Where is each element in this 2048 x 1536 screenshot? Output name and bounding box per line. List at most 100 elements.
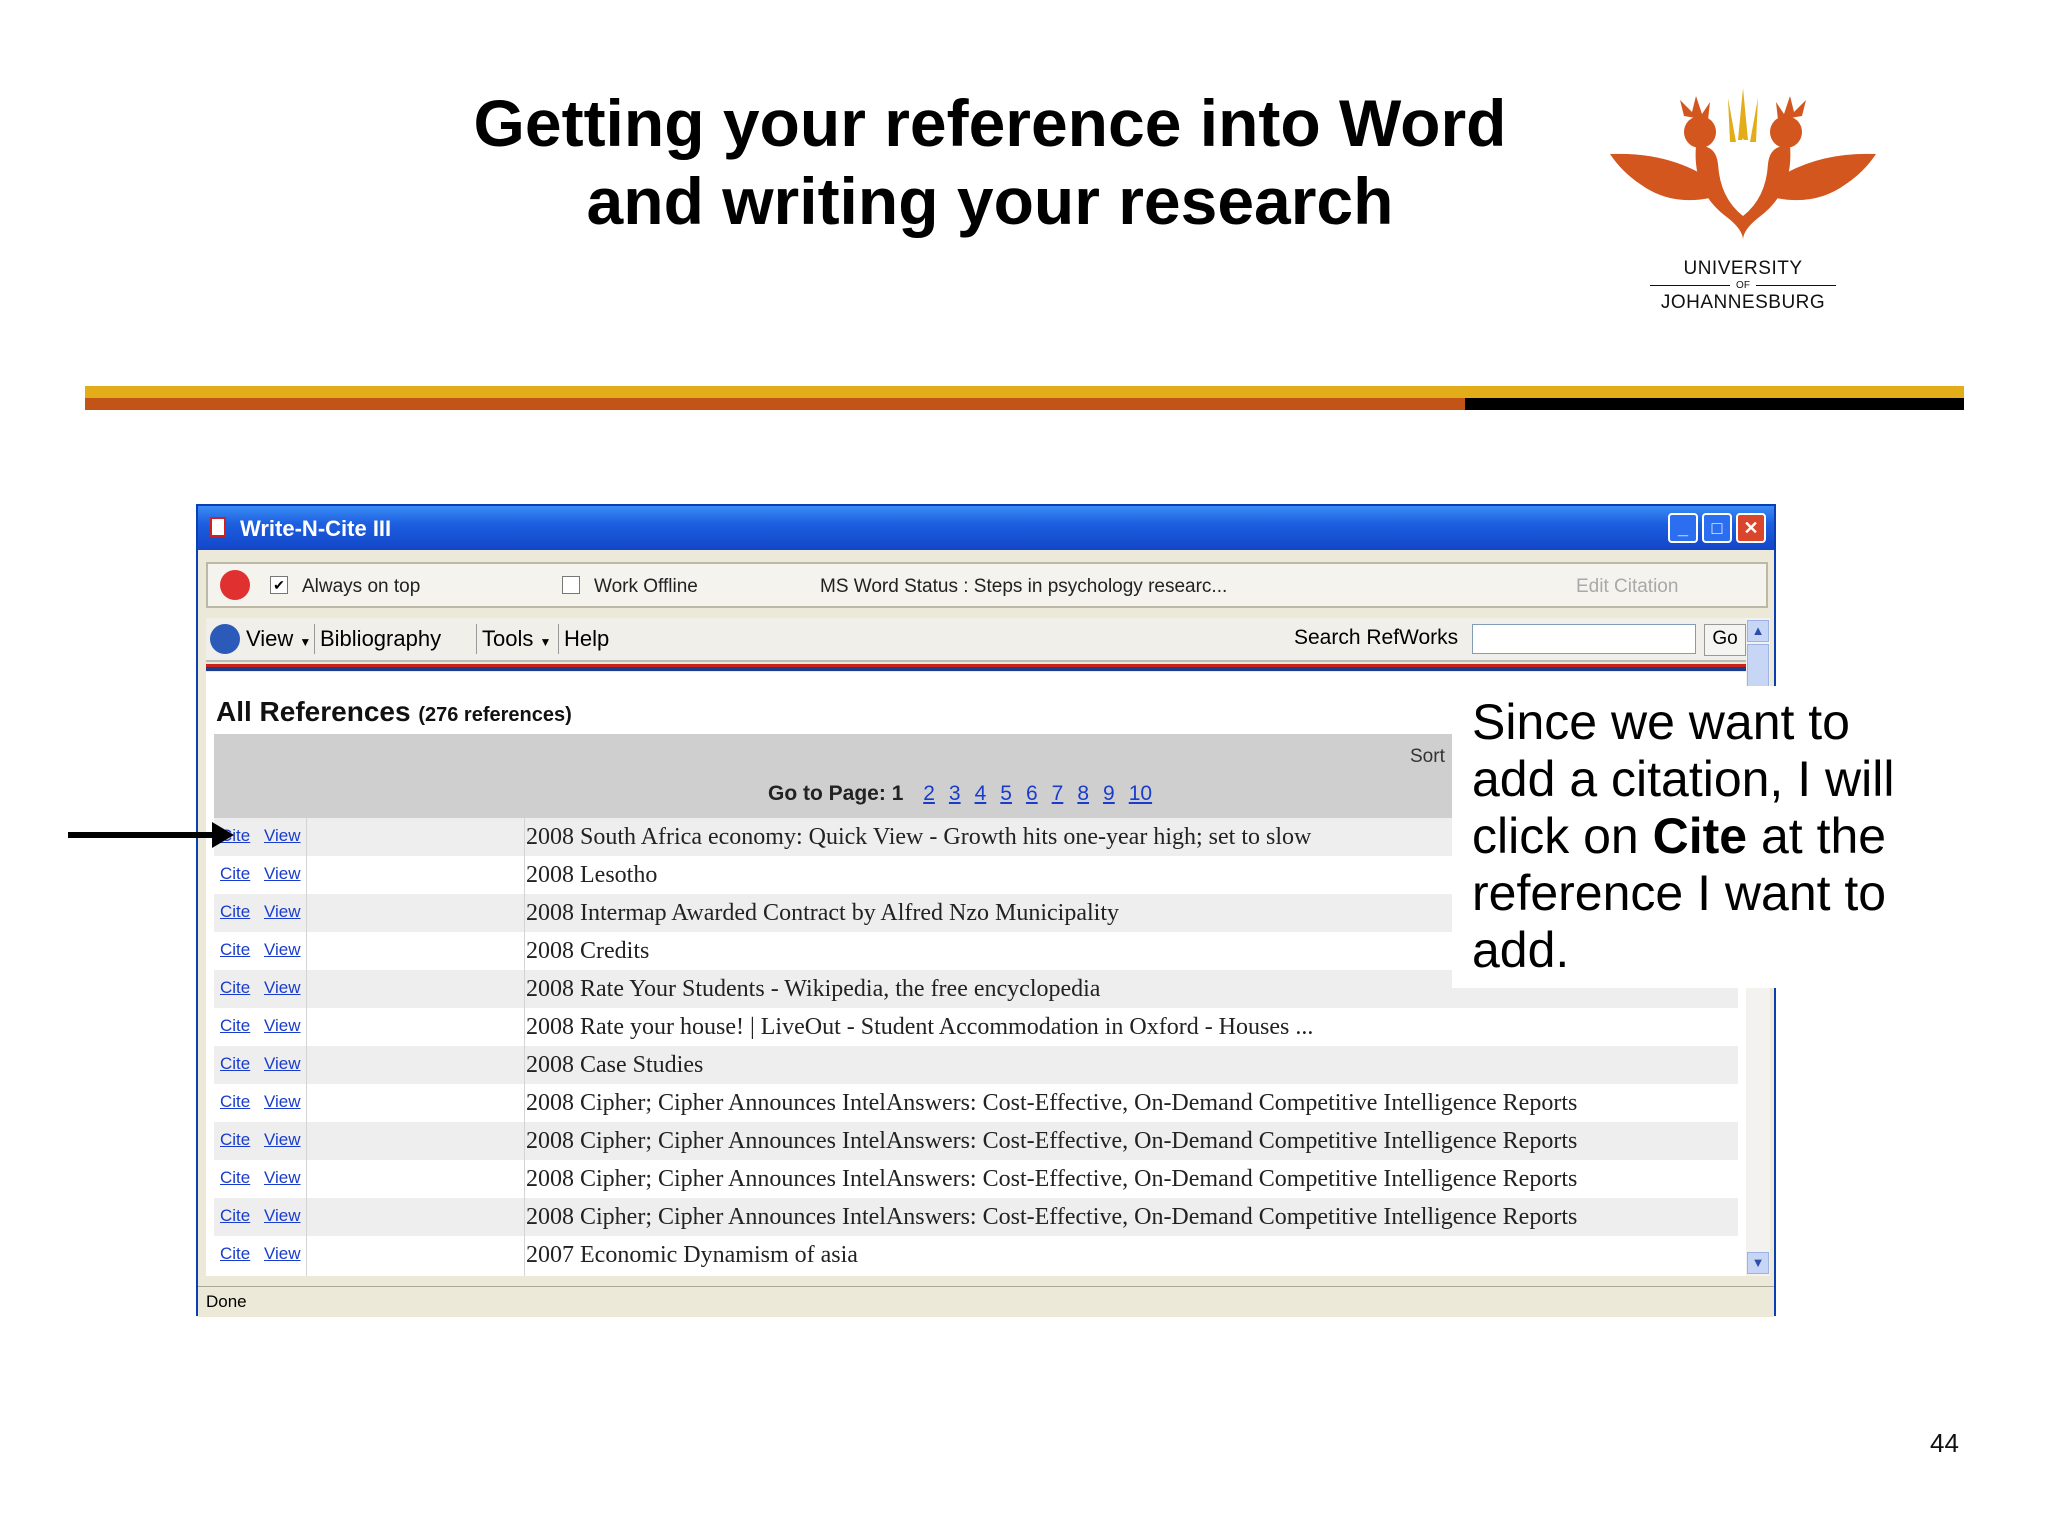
- scroll-thumb[interactable]: [1747, 644, 1769, 690]
- view-link[interactable]: View: [264, 1016, 301, 1036]
- stripe-black: [1465, 398, 1964, 410]
- divider-blue: [206, 667, 1746, 671]
- cite-link[interactable]: Cite: [220, 978, 250, 998]
- cite-link[interactable]: Cite: [220, 1206, 250, 1226]
- page-link[interactable]: 2: [923, 782, 935, 805]
- view-link[interactable]: View: [264, 940, 301, 960]
- university-logo: UNIVERSITY OF JOHANNESBURG: [1600, 80, 1886, 320]
- view-link[interactable]: View: [264, 1244, 301, 1264]
- globe-icon: [210, 624, 240, 654]
- view-link[interactable]: View: [264, 1054, 301, 1074]
- page-number: 44: [1930, 1428, 1959, 1458]
- reference-count: (276 references): [418, 704, 572, 726]
- search-input[interactable]: [1472, 624, 1696, 654]
- view-link[interactable]: View: [264, 1130, 301, 1150]
- scroll-up-icon[interactable]: ▲: [1747, 620, 1769, 642]
- sort-button[interactable]: Sort: [1410, 746, 1445, 768]
- ms-word-status: MS Word Status : Steps in psychology res…: [820, 576, 1228, 597]
- reference-title: 2008 Credits: [526, 938, 650, 964]
- cite-link[interactable]: Cite: [220, 1016, 250, 1036]
- search-label: Search RefWorks: [1294, 626, 1459, 649]
- view-link[interactable]: View: [264, 978, 301, 998]
- reference-row: Cite View 2008 Cipher; Cipher Announces In…: [214, 1198, 1738, 1236]
- window-title: Write-N-Cite III: [240, 516, 392, 541]
- reference-title: 2008 Lesotho: [526, 862, 658, 888]
- menu-bibliography[interactable]: Bibliography: [320, 626, 441, 652]
- reference-title: 2008 Cipher; Cipher Announces IntelAnswe…: [526, 1090, 1578, 1116]
- view-link[interactable]: View: [264, 902, 301, 922]
- pointer-arrow-line: [68, 832, 216, 838]
- status-text: Done: [206, 1292, 247, 1311]
- page-link[interactable]: 4: [975, 782, 987, 805]
- menu-view-label: View: [246, 626, 294, 651]
- menu-tools[interactable]: Tools ▼: [482, 626, 551, 652]
- heading-label: All References: [216, 696, 411, 727]
- callout-text: Since we want to add a citation, I will …: [1472, 694, 1932, 979]
- view-link[interactable]: View: [264, 1206, 301, 1226]
- view-link[interactable]: View: [264, 1168, 301, 1188]
- page-link[interactable]: 8: [1077, 782, 1089, 805]
- goto-label: Go to Page:: [768, 782, 886, 805]
- current-page: 1: [891, 782, 904, 805]
- maximize-button[interactable]: □: [1702, 513, 1732, 543]
- reference-row: Cite View 2008 Cipher; Cipher Announces In…: [214, 1160, 1738, 1198]
- logo-johannesburg: JOHANNESBURG: [1660, 292, 1826, 313]
- menu-bar: View ▼ Bibliography Tools ▼ Help Search …: [206, 618, 1746, 662]
- view-link[interactable]: View: [264, 864, 301, 884]
- close-button[interactable]: ✕: [1736, 513, 1766, 543]
- always-on-top-label: Always on top: [302, 576, 421, 597]
- callout-cite-emphasis: Cite: [1652, 808, 1748, 864]
- stripe-orange: [85, 398, 1465, 410]
- cite-link[interactable]: Cite: [220, 940, 250, 960]
- page-link[interactable]: 5: [1000, 782, 1012, 805]
- go-button[interactable]: Go: [1704, 624, 1746, 656]
- column-divider: [306, 818, 307, 1276]
- pointer-arrow-icon: [212, 822, 234, 848]
- page-link[interactable]: 7: [1052, 782, 1064, 805]
- reference-title: 2008 Cipher; Cipher Announces IntelAnswe…: [526, 1166, 1578, 1192]
- status-bar: Done: [198, 1286, 1774, 1317]
- callout-box: Since we want to add a citation, I will …: [1452, 686, 1922, 988]
- cite-link[interactable]: Cite: [220, 1244, 250, 1264]
- stripe-gold: [85, 386, 1964, 398]
- reference-title: 2008 Case Studies: [526, 1052, 704, 1078]
- menu-separator: [558, 624, 559, 654]
- logo-university: UNIVERSITY: [1683, 258, 1803, 279]
- cite-link[interactable]: Cite: [220, 1130, 250, 1150]
- scroll-down-icon[interactable]: ▼: [1747, 1252, 1769, 1274]
- options-bar: ✔ Always on top Work Offline MS Word Sta…: [206, 562, 1768, 608]
- chevron-down-icon: ▼: [299, 635, 312, 649]
- reference-row: Cite View 2008 Case Studies: [214, 1046, 1738, 1084]
- view-link[interactable]: View: [264, 826, 301, 846]
- logo-of: OF: [1600, 280, 1886, 291]
- reference-title: 2008 Rate your house! | LiveOut - Studen…: [526, 1014, 1314, 1040]
- page-link[interactable]: 3: [949, 782, 961, 805]
- reference-row: Cite View 2008 Cipher; Cipher Announces In…: [214, 1084, 1738, 1122]
- reference-row: Cite View 2008 Cipher; Cipher Announces In…: [214, 1122, 1738, 1160]
- pagination: Go to Page: 1 2 3 4 5 6 7 8 9 10: [768, 782, 1152, 806]
- page-link[interactable]: 9: [1103, 782, 1115, 805]
- work-offline-checkbox[interactable]: [562, 576, 580, 594]
- edit-citation-button[interactable]: Edit Citation: [1576, 576, 1678, 598]
- menu-view[interactable]: View ▼: [246, 626, 311, 652]
- menu-separator: [476, 624, 477, 654]
- cite-link[interactable]: Cite: [220, 1168, 250, 1188]
- menu-help[interactable]: Help: [564, 626, 609, 652]
- cite-link[interactable]: Cite: [220, 1092, 250, 1112]
- page-link[interactable]: 6: [1026, 782, 1038, 805]
- callout-text-content: Since we want to add a citation, I will …: [1472, 694, 1895, 978]
- cite-link[interactable]: Cite: [220, 902, 250, 922]
- reference-title: 2008 Intermap Awarded Contract by Alfred…: [526, 900, 1119, 926]
- view-link[interactable]: View: [264, 1092, 301, 1112]
- chevron-down-icon: ▼: [539, 635, 552, 649]
- slide-title: Getting your reference into Word and wri…: [473, 86, 1507, 238]
- page-link[interactable]: 10: [1129, 782, 1152, 805]
- menu-tools-label: Tools: [482, 626, 534, 651]
- minimize-button[interactable]: _: [1668, 513, 1698, 543]
- always-on-top-checkbox[interactable]: ✔: [270, 576, 288, 594]
- reference-row: Cite View 2007 Economic Dynamism of asia: [214, 1236, 1738, 1274]
- cite-link[interactable]: Cite: [220, 864, 250, 884]
- window-titlebar[interactable]: Write-N-Cite III _ □ ✕: [198, 506, 1774, 550]
- column-divider: [524, 818, 525, 1276]
- cite-link[interactable]: Cite: [220, 1054, 250, 1074]
